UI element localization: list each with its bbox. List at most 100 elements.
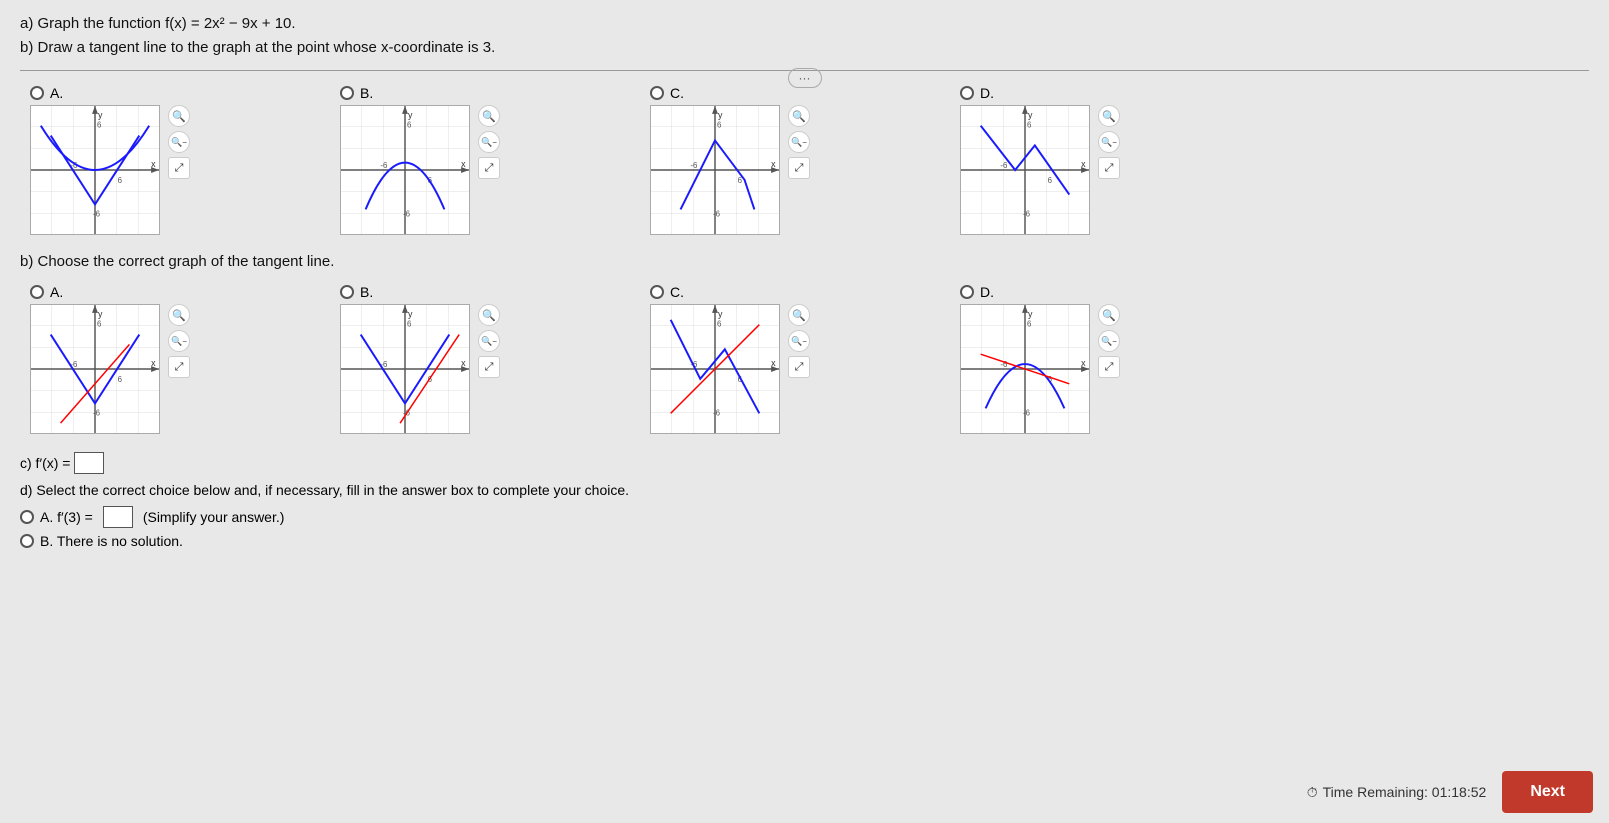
part-c-section: c) f′(x) =	[20, 452, 1589, 474]
pb-graph-a-container: y x -6 6 6 -6 🔍 🔍− ⤢	[30, 304, 160, 434]
pb-graph-b-icons: 🔍 🔍− ⤢	[478, 304, 500, 378]
pb-radio-d[interactable]	[960, 285, 974, 299]
pb-zoom-out-icon-b[interactable]: 🔍−	[478, 330, 500, 352]
more-button[interactable]: ···	[788, 68, 822, 88]
expand-icon-a[interactable]: ⤢	[168, 157, 190, 179]
pb-expand-icon-b[interactable]: ⤢	[478, 356, 500, 378]
pb-zoom-out-icon-c[interactable]: 🔍−	[788, 330, 810, 352]
choice-b-text: B.	[360, 85, 373, 101]
bottom-bar: ⏱ Time Remaining: 01:18:52 Next	[1291, 761, 1609, 823]
expand-icon-c[interactable]: ⤢	[788, 157, 810, 179]
svg-text:y: y	[98, 110, 103, 120]
pb-graph-c-svg: y x -6 6 6 -6	[651, 305, 779, 433]
expand-icon-d[interactable]: ⤢	[1098, 157, 1120, 179]
pb-choice-b-label[interactable]: B.	[340, 284, 373, 300]
choice-b-item: B.	[340, 85, 470, 235]
graph-d: y x -6 6 6 -6	[960, 105, 1090, 235]
pb-choice-c-item: C.	[650, 284, 780, 434]
part-c-input[interactable]	[74, 452, 104, 474]
pb-graph-d-icons: 🔍 🔍− ⤢	[1098, 304, 1120, 378]
part-c-label: c) f′(x) =	[20, 455, 70, 471]
choice-a-label[interactable]: A.	[30, 85, 63, 101]
choice-c-label[interactable]: C.	[650, 85, 684, 101]
pb-choice-b-text: B.	[360, 284, 373, 300]
graph-a-container: y x -6 6 6 -6 🔍 🔍−	[30, 105, 160, 235]
pd-choice-a-input[interactable]	[103, 506, 133, 528]
pb-graph-d-svg: y x -6 6 6 -6	[961, 305, 1089, 433]
part-d-choice-b[interactable]: B. There is no solution.	[20, 533, 1589, 549]
zoom-in-icon-d[interactable]: 🔍	[1098, 105, 1120, 127]
pd-radio-b[interactable]	[20, 534, 34, 548]
pd-choice-b-text: B. There is no solution.	[40, 533, 183, 549]
pb-radio-b[interactable]	[340, 285, 354, 299]
svg-text:y: y	[408, 309, 413, 319]
pb-graph-b-svg: y x -6 6 6 -6	[341, 305, 469, 433]
zoom-out-icon-a[interactable]: 🔍−	[168, 131, 190, 153]
graph-c: y x -6 6 6 -6	[650, 105, 780, 235]
pb-graph-b-container: y x -6 6 6 -6 🔍 🔍− ⤢	[340, 304, 470, 434]
svg-text:6: 6	[97, 320, 102, 329]
zoom-in-icon-b[interactable]: 🔍	[478, 105, 500, 127]
radio-d[interactable]	[960, 86, 974, 100]
graph-d-svg: y x -6 6 6 -6	[961, 106, 1089, 234]
svg-text:6: 6	[407, 121, 412, 130]
clock-icon: ⏱	[1307, 784, 1318, 801]
zoom-out-icon-b[interactable]: 🔍−	[478, 131, 500, 153]
graph-c-container: y x -6 6 6 -6 🔍 🔍− ⤢	[650, 105, 780, 235]
pb-expand-icon-d[interactable]: ⤢	[1098, 356, 1120, 378]
svg-text:6: 6	[1027, 320, 1032, 329]
radio-b[interactable]	[340, 86, 354, 100]
problem-line2: b) Draw a tangent line to the graph at t…	[20, 36, 1589, 60]
choice-c-item: C.	[650, 85, 780, 235]
pb-choice-d-text: D.	[980, 284, 994, 300]
svg-text:-6: -6	[1023, 209, 1031, 218]
svg-text:-6: -6	[713, 408, 721, 417]
next-button[interactable]: Next	[1502, 771, 1593, 813]
graph-c-icons: 🔍 🔍− ⤢	[788, 105, 810, 179]
svg-text:6: 6	[407, 320, 412, 329]
zoom-in-icon-a[interactable]: 🔍	[168, 105, 190, 127]
pb-zoom-in-icon-b[interactable]: 🔍	[478, 304, 500, 326]
pb-expand-icon-c[interactable]: ⤢	[788, 356, 810, 378]
part-d-choice-a[interactable]: A. f′(3) = (Simplify your answer.)	[20, 506, 1589, 528]
zoom-out-icon-c[interactable]: 🔍−	[788, 131, 810, 153]
pb-graph-d: y x -6 6 6 -6	[960, 304, 1090, 434]
svg-text:y: y	[98, 309, 103, 319]
pb-choice-c-label[interactable]: C.	[650, 284, 684, 300]
zoom-in-icon-c[interactable]: 🔍	[788, 105, 810, 127]
graph-c-svg: y x -6 6 6 -6	[651, 106, 779, 234]
zoom-out-icon-d[interactable]: 🔍−	[1098, 131, 1120, 153]
choice-a-item: A.	[30, 85, 160, 235]
graph-b-icons: 🔍 🔍− ⤢	[478, 105, 500, 179]
svg-text:x: x	[151, 358, 156, 368]
pb-choice-d-item: D.	[960, 284, 1090, 434]
pb-graph-c-icons: 🔍 🔍− ⤢	[788, 304, 810, 378]
svg-text:-6: -6	[403, 209, 411, 218]
pb-zoom-out-icon-d[interactable]: 🔍−	[1098, 330, 1120, 352]
graph-a-svg: y x -6 6 6 -6	[31, 106, 159, 234]
svg-text:y: y	[1028, 110, 1033, 120]
graph-b-container: y x -6 6 6 -6 🔍 🔍− ⤢	[340, 105, 470, 235]
pd-radio-a[interactable]	[20, 510, 34, 524]
pb-radio-a[interactable]	[30, 285, 44, 299]
graph-a-icons: 🔍 🔍− ⤢	[168, 105, 190, 179]
pb-zoom-in-icon-c[interactable]: 🔍	[788, 304, 810, 326]
pb-choice-d-label[interactable]: D.	[960, 284, 994, 300]
expand-icon-b[interactable]: ⤢	[478, 157, 500, 179]
pb-expand-icon-a[interactable]: ⤢	[168, 356, 190, 378]
radio-a[interactable]	[30, 86, 44, 100]
graph-a: y x -6 6 6 -6	[30, 105, 160, 235]
graph-d-container: y x -6 6 6 -6 🔍 🔍− ⤢	[960, 105, 1090, 235]
pd-choice-a-suffix: (Simplify your answer.)	[143, 509, 285, 525]
problem-statement: a) Graph the function f(x) = 2x² − 9x + …	[20, 12, 1589, 60]
pb-choice-c-text: C.	[670, 284, 684, 300]
graph-b: y x -6 6 6 -6	[340, 105, 470, 235]
pb-zoom-out-icon-a[interactable]: 🔍−	[168, 330, 190, 352]
pb-zoom-in-icon-a[interactable]: 🔍	[168, 304, 190, 326]
pb-zoom-in-icon-d[interactable]: 🔍	[1098, 304, 1120, 326]
pb-choice-a-label[interactable]: A.	[30, 284, 63, 300]
radio-c[interactable]	[650, 86, 664, 100]
choice-d-label[interactable]: D.	[960, 85, 994, 101]
pb-radio-c[interactable]	[650, 285, 664, 299]
choice-b-label[interactable]: B.	[340, 85, 373, 101]
